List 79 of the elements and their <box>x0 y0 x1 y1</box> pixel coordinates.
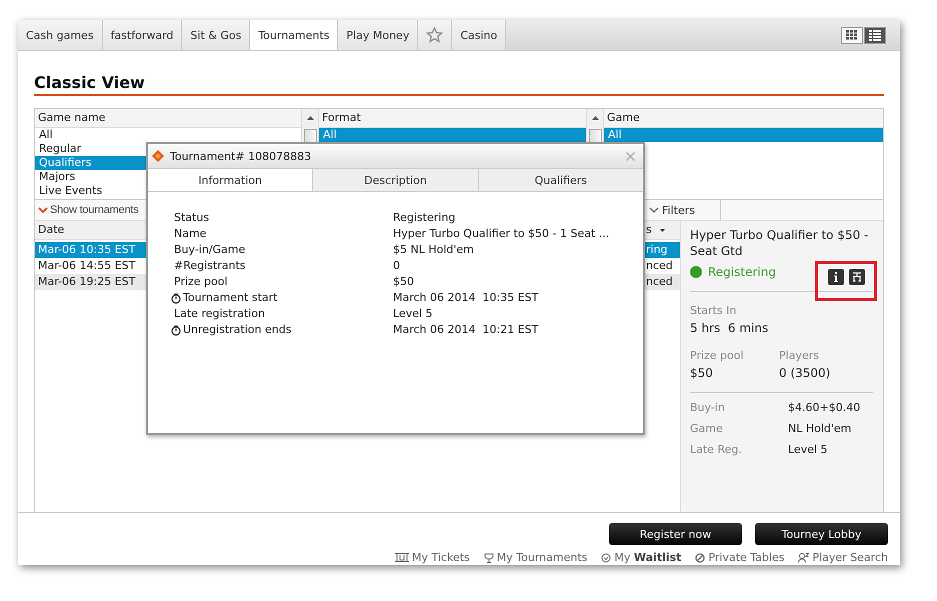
up-arrow-icon[interactable] <box>306 116 314 120</box>
field-label: Unregistration ends <box>183 322 292 338</box>
value: NL Hold'em <box>788 422 852 435</box>
table-cell[interactable]: nced <box>646 274 680 290</box>
field-label: Buy-in/Game <box>174 242 246 258</box>
table-cell[interactable]: nced <box>646 258 680 274</box>
table-cell[interactable]: Mar-06 14:55 EST <box>35 258 147 274</box>
column-header[interactable]: Format <box>319 109 586 128</box>
field-value: March 06 2014 10:35 EST <box>393 290 540 306</box>
footer-link[interactable]: My Waitlist <box>614 551 682 564</box>
value: 0 (3500) <box>779 366 832 380</box>
field-value: $50 <box>393 274 415 290</box>
tab[interactable]: Sit & Gos <box>182 20 250 50</box>
field-value: March 06 2014 10:21 EST <box>393 322 540 338</box>
star-icon <box>426 27 444 43</box>
trophy-icon <box>484 552 494 562</box>
tab[interactable]: Play Money <box>338 20 418 50</box>
action-button[interactable]: Tourney Lobby <box>755 523 888 545</box>
field-label: Late registration <box>174 306 265 322</box>
value: $4.60+$0.40 <box>788 401 862 414</box>
label: Starts In <box>690 304 738 317</box>
status-dot <box>690 266 702 278</box>
field-value: Level 5 <box>393 306 434 322</box>
clock-icon <box>601 552 612 562</box>
footer-link[interactable]: My Tournaments <box>496 551 588 564</box>
clock-icon <box>171 292 181 304</box>
structure-icon[interactable] <box>848 269 864 285</box>
list-view-button[interactable] <box>864 26 886 44</box>
column-header[interactable]: Date <box>35 221 147 239</box>
chevron-icon <box>38 206 48 214</box>
field-label: Status <box>174 210 210 226</box>
chevron-icon <box>649 206 659 214</box>
tab[interactable]: Tournaments <box>250 20 338 50</box>
value: 5 hrs 6 mins <box>690 321 770 335</box>
dialog-title: Tournament# 108078883 <box>170 150 312 162</box>
grid-icon <box>846 30 858 40</box>
tournament-title: Hyper Turbo Qualifier to $50 - Seat Gtd <box>690 227 870 259</box>
footer-link[interactable]: Player Search <box>812 551 888 564</box>
footer-link[interactable]: My Tickets <box>412 551 470 564</box>
tab[interactable]: Information <box>148 169 312 191</box>
field-value: Hyper Turbo Qualifier to $50 - 1 Seat ... <box>393 226 610 242</box>
info-icon[interactable] <box>828 269 844 285</box>
blocked-icon <box>695 552 706 562</box>
column-header[interactable]: s <box>646 221 680 239</box>
field-value: Registering <box>393 210 456 226</box>
favorites-tab[interactable] <box>418 20 452 50</box>
tab[interactable]: Casino <box>452 20 506 50</box>
field-value: $5 NL Hold'em <box>393 242 475 258</box>
ticket-icon <box>395 553 410 562</box>
up-arrow-icon[interactable] <box>592 116 598 120</box>
field-label: #Registrants <box>174 258 246 274</box>
tab[interactable]: Cash games <box>18 20 103 50</box>
field-value: 0 <box>393 258 401 274</box>
column-header[interactable]: Game <box>604 109 883 128</box>
caret-icon <box>660 228 665 232</box>
list-item[interactable]: All <box>35 128 301 142</box>
field-label: Prize pool <box>174 274 228 290</box>
value: $50 <box>690 366 714 380</box>
tab[interactable]: fastforward <box>102 20 182 50</box>
show-tournaments-toggle[interactable]: Show tournaments <box>35 200 148 220</box>
diamond-icon <box>152 150 164 162</box>
label: Late Reg. <box>690 443 743 456</box>
grid-view-button[interactable] <box>841 26 863 44</box>
label: Game <box>690 422 724 435</box>
label: Players <box>779 349 820 362</box>
value: Level 5 <box>788 443 829 456</box>
field-label: Tournament start <box>183 290 278 306</box>
page-title: Classic View <box>34 73 884 96</box>
action-button[interactable]: Register now <box>609 523 742 545</box>
footer-link[interactable]: Private Tables <box>708 551 784 564</box>
status-text: Registering <box>708 265 776 279</box>
label: Buy-in <box>690 401 726 414</box>
field-label: Name <box>174 226 206 242</box>
list-icon <box>869 30 881 40</box>
clock-icon <box>171 324 181 336</box>
table-cell[interactable]: Mar-06 19:25 EST <box>35 274 147 290</box>
column-header[interactable]: Game name <box>35 109 301 128</box>
person-icon <box>798 552 810 563</box>
label: Prize pool <box>690 349 745 362</box>
